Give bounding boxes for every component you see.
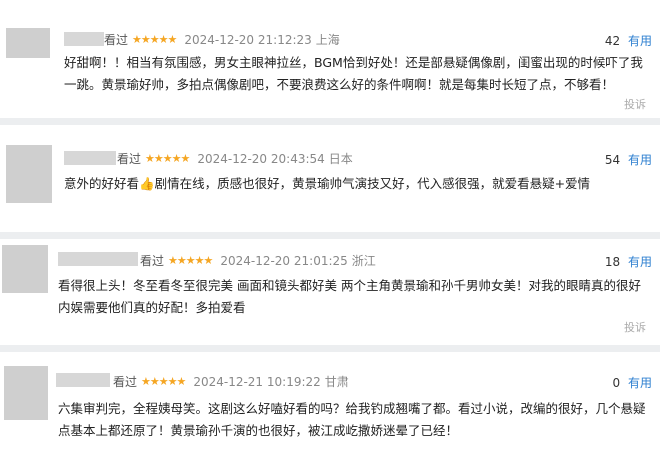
divider (0, 345, 660, 352)
review-meta: 看过 ★★★★★ 2024-12-21 10:19:22 甘肃 (113, 373, 349, 390)
avatar[interactable] (6, 145, 52, 203)
rating-stars-icon: ★★★★★ (168, 254, 213, 267)
review-text-line: 内娱需要他们真的好配！多拍爱看 (58, 300, 246, 315)
review-text-line: 好甜啊！！相当有氛围感，男女主眼神拉丝，BGM恰到好处！还是部悬疑偶像剧，闺蜜出… (64, 55, 643, 70)
username[interactable] (64, 32, 104, 46)
username[interactable] (58, 252, 138, 266)
divider (0, 232, 660, 239)
vote-area: 18 有用 (605, 253, 652, 270)
review-card: 看过 ★★★★★ 2024-12-21 10:19:22 甘肃 0 有用 六集审… (0, 352, 660, 454)
review-text-line: 点基本上都还原了！黄景瑜孙千演的也很好，被江成屹撒娇迷晕了已经！ (58, 423, 459, 438)
useful-button[interactable]: 有用 (628, 34, 652, 48)
rating-stars-icon: ★★★★★ (141, 375, 186, 388)
username[interactable] (64, 151, 116, 165)
timestamp: 2024-12-21 10:19:22 (193, 374, 321, 389)
watched-label: 看过 (140, 254, 165, 268)
username[interactable] (56, 373, 110, 387)
review-text-line: 六集审判完，全程姨母笑。这剧这么好嗑好看的吗？给我钓成翘嘴了都。看过小说，改编的… (58, 401, 646, 416)
review-text: 好甜啊！！相当有氛围感，男女主眼神拉丝，BGM恰到好处！还是部悬疑偶像剧，闺蜜出… (64, 52, 643, 96)
review-text-line: 意外的好好看👍剧情在线，质感也很好，黄景瑜帅气演技又好，代入感很强，就爱看悬疑+… (64, 176, 591, 191)
timestamp: 2024-12-20 20:43:54 (197, 151, 325, 166)
location: 日本 (328, 152, 353, 166)
watched-label: 看过 (113, 375, 138, 389)
useful-button[interactable]: 有用 (628, 153, 652, 167)
review-text-line: 一跳。黄景瑜好帅，多拍点偶像剧吧，不要浪费这么好的条件啊啊！就是每集时长短了点，… (64, 77, 615, 92)
report-link[interactable]: 投诉 (624, 319, 646, 335)
avatar[interactable] (4, 366, 48, 420)
review-text: 意外的好好看👍剧情在线，质感也很好，黄景瑜帅气演技又好，代入感很强，就爱看悬疑+… (64, 173, 590, 195)
timestamp: 2024-12-20 21:01:25 (220, 253, 348, 268)
vote-count: 54 (604, 153, 621, 167)
vote-area: 54 有用 (605, 151, 652, 168)
vote-count: 42 (604, 34, 621, 48)
review-card: 看过 ★★★★★ 2024-12-20 21:12:23 上海 42 有用 好甜… (0, 0, 660, 120)
review-text-line: 看得很上头！冬至看冬至很完美 画面和镜头都好美 两个主角黄景瑜和孙千男帅女美！对… (58, 278, 641, 293)
location: 浙江 (351, 254, 376, 268)
vote-area: 0 有用 (613, 374, 652, 391)
review-card: 看过 ★★★★★ 2024-12-20 21:01:25 浙江 18 有用 看得… (0, 239, 660, 339)
avatar[interactable] (2, 245, 48, 293)
report-link[interactable]: 投诉 (624, 96, 646, 112)
review-text: 六集审判完，全程姨母笑。这剧这么好嗑好看的吗？给我钓成翘嘴了都。看过小说，改编的… (58, 398, 646, 442)
vote-count: 0 (612, 376, 621, 390)
vote-area: 42 有用 (605, 32, 652, 49)
review-text: 看得很上头！冬至看冬至很完美 画面和镜头都好美 两个主角黄景瑜和孙千男帅女美！对… (58, 275, 641, 319)
useful-button[interactable]: 有用 (628, 255, 652, 269)
avatar[interactable] (6, 28, 50, 58)
review-meta: 看过 ★★★★★ 2024-12-20 20:43:54 日本 (117, 150, 353, 167)
rating-stars-icon: ★★★★★ (132, 33, 177, 46)
rating-stars-icon: ★★★★★ (145, 152, 190, 165)
watched-label: 看过 (104, 33, 129, 47)
location: 甘肃 (324, 375, 349, 389)
timestamp: 2024-12-20 21:12:23 (184, 32, 312, 47)
divider (0, 118, 660, 125)
vote-count: 18 (604, 255, 621, 269)
review-meta: 看过 ★★★★★ 2024-12-20 21:01:25 浙江 (140, 252, 376, 269)
watched-label: 看过 (117, 152, 142, 166)
review-meta: 看过 ★★★★★ 2024-12-20 21:12:23 上海 (104, 31, 340, 48)
useful-button[interactable]: 有用 (628, 376, 652, 390)
location: 上海 (315, 33, 340, 47)
review-card: 看过 ★★★★★ 2024-12-20 20:43:54 日本 54 有用 意外… (0, 125, 660, 231)
